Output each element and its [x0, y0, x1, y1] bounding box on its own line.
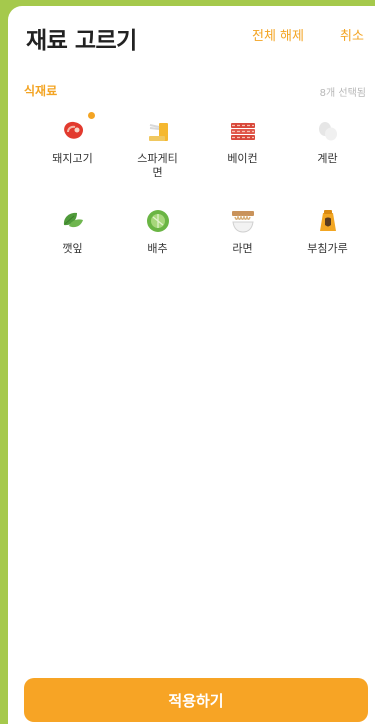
ingredient-item-bacon[interactable]: 베이컨: [200, 116, 285, 206]
ingredient-item-spaghetti[interactable]: 스파게티 면: [115, 116, 200, 206]
pork-meat-icon: [58, 116, 88, 146]
ramen-icon: [228, 206, 258, 236]
ingredient-label: 깻잎: [62, 242, 83, 255]
page-title: 재료 고르기: [26, 28, 137, 54]
ingredient-label: 라면: [232, 242, 253, 255]
ingredient-sheet: 재료 고르기 전체 해제 취소 식재료 8개 선택됨 돼지고기 스파게티 면 베…: [8, 6, 375, 724]
ingredient-grid: 돼지고기 스파게티 면 베이컨 계란 깻잎 배추 라면 부침가루: [30, 112, 370, 296]
spaghetti-icon: [143, 116, 173, 146]
selected-dot: [88, 112, 95, 119]
flour-bag-icon: [313, 206, 343, 236]
ingredient-item-perilla[interactable]: 깻잎: [30, 206, 115, 296]
ingredient-item-ramen[interactable]: 라면: [200, 206, 285, 296]
egg-icon: [313, 116, 343, 146]
ingredient-label: 돼지고기: [52, 152, 93, 165]
cancel-button[interactable]: 취소: [340, 25, 364, 44]
clear-all-button[interactable]: 전체 해제: [252, 25, 304, 44]
ingredient-label: 베이컨: [227, 152, 258, 165]
apply-button[interactable]: 적용하기: [24, 678, 368, 722]
ingredient-item-pork[interactable]: 돼지고기: [30, 112, 115, 206]
section-title: 식재료: [24, 84, 58, 98]
ingredient-item-flour[interactable]: 부침가루: [285, 206, 370, 296]
ingredient-item-egg[interactable]: 계란: [285, 116, 370, 206]
selected-count: 8개 선택됨: [319, 88, 366, 99]
ingredient-item-cabbage[interactable]: 배추: [115, 206, 200, 296]
ingredient-label: 계란: [317, 152, 338, 165]
ingredient-label: 부침가루: [307, 242, 348, 255]
bacon-icon: [228, 116, 258, 146]
cabbage-icon: [143, 206, 173, 236]
ingredient-label: 스파게티 면: [137, 152, 178, 179]
perilla-leaf-icon: [58, 206, 88, 236]
ingredient-label: 배추: [147, 242, 168, 255]
